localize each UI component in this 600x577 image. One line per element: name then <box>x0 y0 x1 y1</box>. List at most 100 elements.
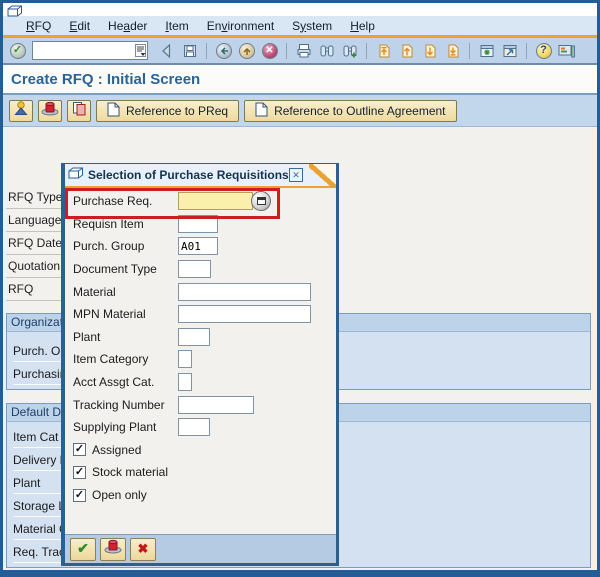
dialog-field-row: Supplying Plant <box>73 416 332 439</box>
field-label: MPN Material <box>73 307 146 322</box>
button-reference-to-preq[interactable]: Reference to PReq <box>96 99 240 122</box>
help-icon[interactable]: ? <box>533 40 554 61</box>
prev-page-icon[interactable] <box>396 40 417 61</box>
dialog-title-bar[interactable]: Selection of Purchase Requisitions ✕ <box>65 164 336 188</box>
nav-exit-icon[interactable] <box>236 40 257 61</box>
toolbar-separator <box>286 42 287 59</box>
dialog-field-row: Material <box>73 280 332 303</box>
field-label: Item Category <box>73 352 149 367</box>
field-input-purchase-req-[interactable] <box>178 192 253 211</box>
field-input-mpn-material[interactable] <box>178 305 311 324</box>
field-label: Purch. Group <box>73 239 145 254</box>
bg-field-label: Storage L <box>13 496 65 517</box>
menu-item-rfq[interactable]: RFQ <box>17 18 60 34</box>
copy-icon <box>71 100 87 121</box>
field-input-plant[interactable] <box>178 327 210 346</box>
selection-dialog: Selection of Purchase Requisitions ✕ Pur… <box>61 163 339 566</box>
menu-item-header[interactable]: Header <box>99 18 156 34</box>
command-history-icon[interactable] <box>135 44 146 62</box>
field-input-acct-assgt-cat-[interactable] <box>178 373 192 392</box>
print-icon[interactable] <box>293 40 314 61</box>
save-icon[interactable] <box>179 40 200 61</box>
enter-icon[interactable]: ✓ <box>7 40 28 61</box>
checkbox-label: Stock material <box>92 465 169 480</box>
field-label: Supplying Plant <box>73 420 157 435</box>
next-page-icon[interactable] <box>419 40 440 61</box>
menu-item-environment[interactable]: Environment <box>198 18 283 34</box>
bg-field-label: RFQ Date <box>6 233 61 255</box>
bg-field-label: Delivery D <box>13 450 65 471</box>
dialog-field-row: Acct Assgt Cat. <box>73 371 332 394</box>
menu-item-help[interactable]: Help <box>341 18 384 34</box>
field-input-item-category[interactable] <box>178 350 192 369</box>
field-label: Document Type <box>73 262 157 277</box>
field-label: Requisn Item <box>73 216 144 231</box>
button-reference-to-outline-agreement[interactable]: Reference to Outline Agreement <box>244 99 457 122</box>
bg-field-label: Plant <box>13 473 65 494</box>
system-title-strip <box>3 3 597 17</box>
person-icon-button[interactable] <box>9 99 33 122</box>
field-input-document-type[interactable] <box>178 260 211 279</box>
dialog-field-row: Purchase Req. <box>73 190 332 213</box>
dialog-checkbox-row: ✓ Stock material <box>73 461 332 484</box>
button-label: Reference to PReq <box>126 103 229 118</box>
menu-item-item[interactable]: Item <box>156 18 197 34</box>
document-icon <box>255 102 268 120</box>
dialog-body: Purchase Req. Requisn Item Purch. Group Doc… <box>65 188 336 563</box>
nav-back-icon[interactable] <box>213 40 234 61</box>
first-page-icon[interactable] <box>373 40 394 61</box>
page-title: Create RFQ : Initial Screen <box>11 70 201 88</box>
field-input-supplying-plant[interactable] <box>178 418 210 437</box>
sap-gui-window: RFQ Edit Header Item Environment System Help ✓… <box>0 0 600 577</box>
field-input-tracking-number[interactable] <box>178 395 254 414</box>
field-label: Material <box>73 284 116 299</box>
sap-screen-icon[interactable] <box>7 4 23 22</box>
new-session-icon[interactable] <box>476 40 497 61</box>
find-next-icon[interactable] <box>339 40 360 61</box>
hat-icon-button[interactable] <box>38 99 62 122</box>
toolbar-separator <box>366 42 367 59</box>
command-input[interactable] <box>32 41 148 60</box>
field-input-requisn-item[interactable] <box>178 214 218 233</box>
dialog-field-row: Item Category <box>73 348 332 371</box>
hat-icon <box>104 539 122 559</box>
dialog-checkbox-row: ✓ Open only <box>73 484 332 507</box>
close-icon[interactable]: ✕ <box>289 168 303 182</box>
field-label: Acct Assgt Cat. <box>73 375 155 390</box>
customize-icon[interactable] <box>556 40 577 61</box>
screen-content: RFQ Type Language RFQ Date Quotation RFQ Orga… <box>3 127 597 570</box>
menu-item-edit[interactable]: Edit <box>60 18 99 34</box>
menu-bar: RFQ Edit Header Item Environment System Help <box>3 16 597 35</box>
matchcode-icon[interactable] <box>251 191 271 212</box>
checkbox-open-only[interactable]: ✓ <box>73 488 86 502</box>
button-label: Reference to Outline Agreement <box>274 103 446 118</box>
toolbar-separator <box>469 42 470 59</box>
dialog-title: Selection of Purchase Requisitions <box>88 168 289 182</box>
hat-icon <box>41 101 59 121</box>
menu-item-system[interactable]: System <box>283 18 341 34</box>
bg-field-label: RFQ Type <box>6 187 61 209</box>
dialog-field-row: Tracking Number <box>73 393 332 416</box>
last-page-icon[interactable] <box>442 40 463 61</box>
document-icon <box>107 102 120 120</box>
shortcut-icon[interactable] <box>499 40 520 61</box>
dialog-checkbox-row: ✓ Assigned <box>73 439 332 462</box>
application-toolbar: Reference to PReq Reference to Outline Ag… <box>3 95 597 127</box>
field-label: Plant <box>73 329 101 344</box>
confirm-button[interactable]: ✔ <box>70 537 96 561</box>
bg-field-label: Req. Trac <box>13 542 65 563</box>
person-icon <box>13 100 29 121</box>
field-input-purch-group[interactable] <box>178 237 218 256</box>
checkbox-stock-material[interactable]: ✓ <box>73 465 86 479</box>
back-arrow-icon[interactable] <box>156 40 177 61</box>
command-field-wrap <box>32 41 148 60</box>
copy-icon-button[interactable] <box>67 99 91 122</box>
find-icon[interactable] <box>316 40 337 61</box>
field-input-material[interactable] <box>178 282 311 301</box>
dialog-field-row: MPN Material <box>73 303 332 326</box>
execute-button[interactable] <box>100 537 126 561</box>
cancel-button[interactable]: ✖ <box>130 537 156 561</box>
checkbox-assigned[interactable]: ✓ <box>73 443 86 457</box>
cancel-x-icon: ✖ <box>137 541 149 556</box>
nav-cancel-icon[interactable]: ✕ <box>259 40 280 61</box>
